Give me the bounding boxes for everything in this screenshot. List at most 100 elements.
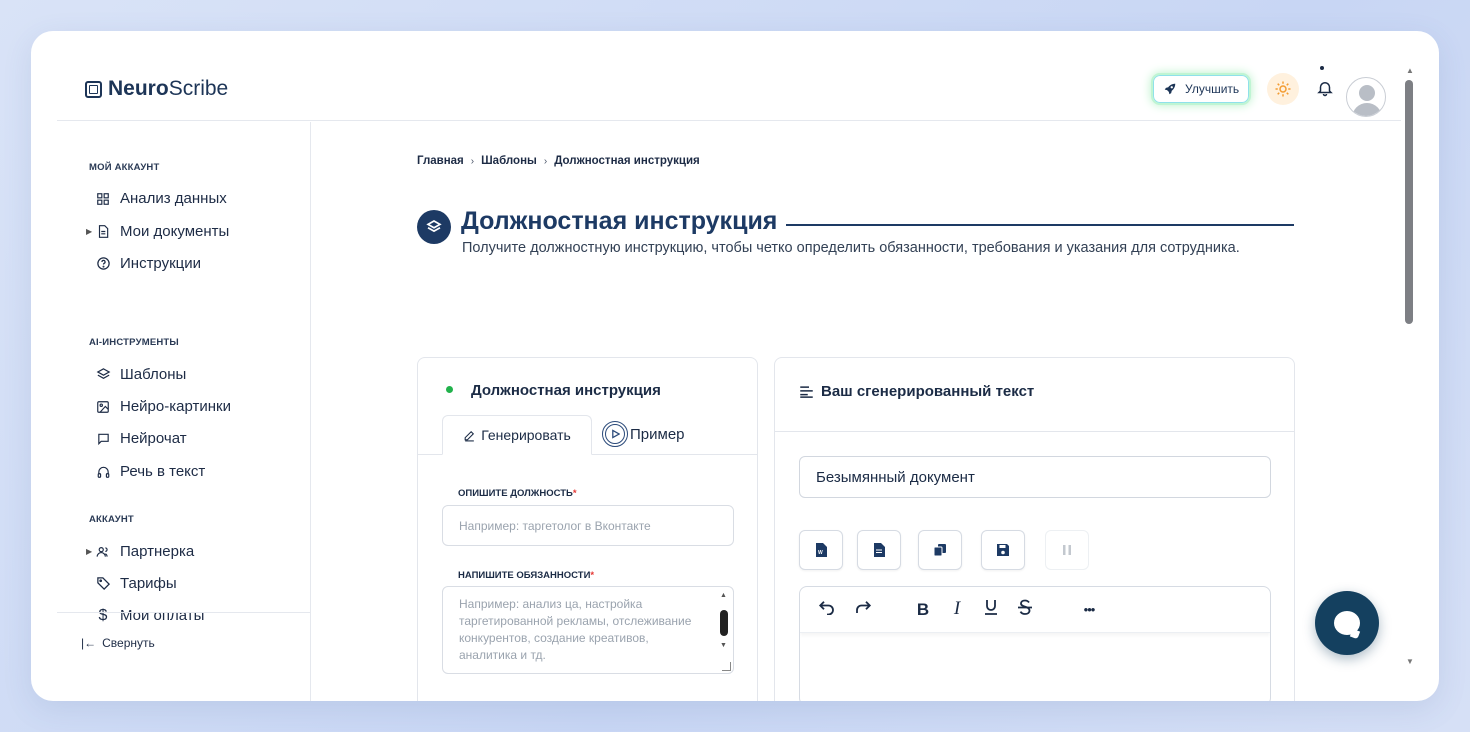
position-input[interactable] <box>442 505 734 546</box>
dollar-icon: $ <box>98 606 108 624</box>
users-icon <box>95 544 111 560</box>
save-icon <box>997 544 1009 556</box>
pause-icon <box>1063 545 1071 555</box>
page-title: Должностная инструкция <box>461 207 778 235</box>
tab-example-label: Пример <box>630 425 685 443</box>
theme-toggle-sun-icon[interactable] <box>1267 73 1299 105</box>
sidebar-item-label: Мои документы <box>120 223 230 240</box>
tab-generate-label: Генерировать <box>481 427 571 443</box>
caret-right-icon: ▶ <box>86 227 93 236</box>
headphones-icon <box>95 464 111 480</box>
file-export-icon <box>874 543 885 557</box>
italic-icon[interactable]: I <box>946 598 968 620</box>
form-card: Должностная инструкция Генерировать Прим… <box>417 357 758 701</box>
sidebar-item-my-payments[interactable]: $ Мои оплаты <box>95 606 205 625</box>
undo-icon[interactable] <box>816 599 838 620</box>
sidebar-item-tariffs[interactable]: Тарифы <box>95 575 177 592</box>
position-label: Опишите должность* <box>458 488 577 499</box>
bell-icon[interactable] <box>1312 75 1338 101</box>
sidebar-item-speech-to-text[interactable]: Речь в текст <box>95 463 205 480</box>
duties-placeholder: Например: анализ ца, настройка таргетиро… <box>459 597 692 662</box>
sidebar-item-neurochat[interactable]: Нейрочат <box>95 430 187 447</box>
chat-bubble-icon <box>1334 611 1360 635</box>
document-icon <box>95 224 111 240</box>
avatar[interactable] <box>1346 77 1386 117</box>
tab-generate[interactable]: Генерировать <box>442 415 592 455</box>
pencil-icon <box>464 430 475 441</box>
pause-button[interactable] <box>1045 530 1089 570</box>
sidebar-item-label: Тарифы <box>120 575 177 592</box>
chevron-right-icon: › <box>470 155 475 167</box>
breadcrumb-home[interactable]: Главная <box>417 155 464 167</box>
sidebar-item-instructions[interactable]: Инструкции <box>95 255 201 272</box>
save-button[interactable] <box>981 530 1025 570</box>
tab-example[interactable]: Пример <box>602 417 685 451</box>
scroll-down-icon[interactable]: ▼ <box>720 642 727 649</box>
collapse-arrow-icon: |← <box>81 636 97 650</box>
redo-icon[interactable] <box>852 599 874 620</box>
sidebar-item-neuro-images[interactable]: Нейро-картинки <box>95 398 231 415</box>
text-editor[interactable]: B I ••• <box>799 586 1271 701</box>
editor-toolbar: B I ••• <box>800 587 1270 633</box>
page-subtitle: Получите должностную инструкцию, чтобы ч… <box>462 240 1240 256</box>
breadcrumb: Главная › Шаблоны › Должностная инструкц… <box>417 155 700 167</box>
logo-bold: Neuro <box>108 77 169 100</box>
underline-icon[interactable] <box>980 599 1002 621</box>
sidebar-item-partners[interactable]: ▶ Партнерка <box>86 543 194 560</box>
sidebar-item-my-documents[interactable]: ▶ Мои документы <box>86 223 230 240</box>
breadcrumb-current: Должностная инструкция <box>554 155 700 167</box>
scroll-thumb[interactable] <box>720 610 728 636</box>
logo[interactable]: Neuro Scribe <box>85 77 228 101</box>
sidebar-item-templates[interactable]: Шаблоны <box>95 366 186 383</box>
sidebar-item-label: Шаблоны <box>120 366 187 383</box>
play-circle-icon <box>602 421 628 447</box>
upgrade-button[interactable]: Улучшить <box>1151 73 1252 105</box>
required-mark: * <box>572 488 577 499</box>
scroll-up-icon[interactable]: ▲ <box>720 592 727 599</box>
sidebar-item-label: Нейрочат <box>120 430 187 447</box>
collapse-label: Свернуть <box>102 636 155 650</box>
notification-dot <box>1320 66 1324 70</box>
image-icon <box>95 399 111 415</box>
textarea-scrollbar[interactable]: ▲ ▼ <box>718 592 730 662</box>
caret-right-icon: ▶ <box>86 547 93 556</box>
sidebar-divider <box>57 612 311 613</box>
more-icon[interactable]: ••• <box>1074 602 1104 617</box>
sidebar-section-my-account: Мой аккаунт <box>89 162 160 173</box>
bold-icon[interactable]: B <box>912 600 934 620</box>
support-chat-button[interactable] <box>1315 591 1379 655</box>
layers-icon <box>417 210 451 244</box>
copy-button[interactable] <box>918 530 962 570</box>
logo-regular: Scribe <box>168 77 229 100</box>
output-card-title: Ваш сгенерированный текст <box>799 383 1034 400</box>
export-file-button[interactable] <box>857 530 901 570</box>
duties-label-text: Напишите обязанности <box>458 570 591 581</box>
app-window: Neuro Scribe Улучшить Мой аккаунт Анализ … <box>31 31 1439 701</box>
upgrade-label: Улучшить <box>1185 82 1240 96</box>
top-bar: Neuro Scribe Улучшить <box>57 31 1401 121</box>
scroll-thumb[interactable] <box>1405 80 1413 324</box>
logo-icon <box>85 80 102 98</box>
scroll-up-icon[interactable]: ▲ <box>1406 66 1414 75</box>
scroll-down-icon[interactable]: ▼ <box>1406 657 1414 666</box>
strikethrough-icon[interactable] <box>1014 599 1036 621</box>
breadcrumb-templates[interactable]: Шаблоны <box>481 155 537 167</box>
title-divider <box>786 224 1294 226</box>
required-mark: * <box>590 570 595 581</box>
document-name-input[interactable] <box>799 456 1271 498</box>
duties-label: Напишите обязанности* <box>458 570 594 581</box>
status-dot <box>446 386 453 393</box>
resize-handle-icon[interactable] <box>722 662 731 671</box>
export-word-button[interactable]: W <box>799 530 843 570</box>
help-circle-icon <box>95 256 111 272</box>
duties-textarea[interactable]: Например: анализ ца, настройка таргетиро… <box>442 586 734 674</box>
output-card-header: Ваш сгенерированный текст <box>775 358 1294 432</box>
chevron-right-icon: › <box>543 155 548 167</box>
output-card-title-text: Ваш сгенерированный текст <box>821 383 1035 400</box>
page-scrollbar[interactable]: ▲ ▼ <box>1405 66 1414 666</box>
sidebar-section-ai-tools: AI-инструменты <box>89 337 179 348</box>
collapse-sidebar-button[interactable]: |← Свернуть <box>81 636 155 650</box>
sidebar-item-data-analysis[interactable]: Анализ данных <box>95 190 227 207</box>
sidebar-item-label: Анализ данных <box>120 190 227 207</box>
sidebar: Мой аккаунт Анализ данных ▶ Мои документ… <box>57 122 311 701</box>
